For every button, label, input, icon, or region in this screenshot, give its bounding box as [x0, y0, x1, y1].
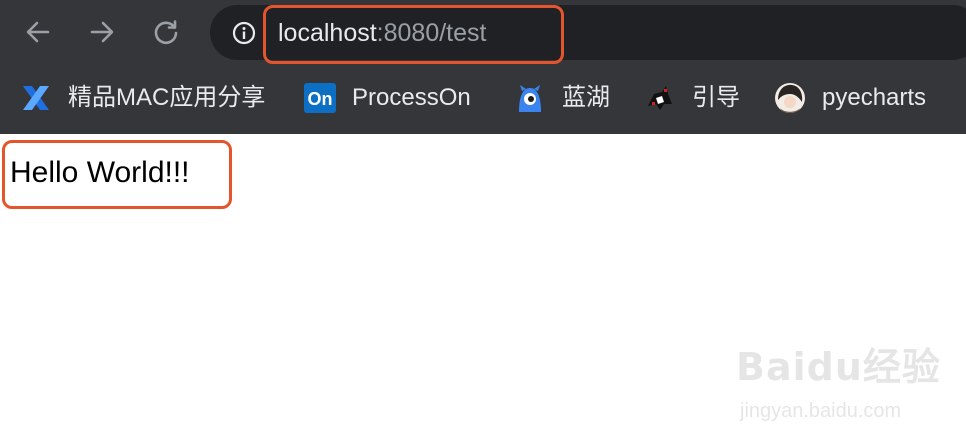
avatar-icon [774, 82, 806, 114]
watermark-logo: Baidu经验 [736, 345, 941, 389]
hello-text: Hello World!!! [10, 156, 190, 189]
reload-icon [154, 20, 178, 45]
url-host: localhost [278, 19, 377, 47]
baidu-watermark: Baidu经验 jingyan.baidu.com [736, 336, 956, 430]
bookmark-lanhu[interactable]: 蓝湖 [514, 80, 610, 116]
arrow-left-icon [26, 21, 50, 43]
back-button[interactable] [20, 14, 56, 50]
bookmark-label: 蓝湖 [562, 84, 610, 111]
bookmark-label: pyecharts [822, 84, 927, 111]
bookmark-pyecharts[interactable]: pyecharts [774, 80, 926, 116]
info-icon[interactable] [232, 21, 256, 45]
bookmark-mac-apps[interactable]: 精品MAC应用分享 [20, 80, 265, 116]
reload-button[interactable] [148, 14, 184, 50]
address-bar[interactable]: localhost:8080/test [210, 5, 966, 60]
bookmark-label: ProcessOn [352, 84, 471, 111]
watermark-url: jingyan.baidu.com [740, 400, 902, 422]
url-text[interactable]: localhost:8080/test [278, 18, 486, 48]
url-path: :8080/test [376, 19, 487, 47]
forward-button[interactable] [84, 14, 120, 50]
bookmark-guide[interactable]: 引导 [644, 80, 740, 116]
arrow-right-icon [90, 21, 114, 43]
browser-toolbar: localhost:8080/test [0, 0, 966, 66]
penguin-icon [644, 82, 676, 114]
bookmark-label: 精品MAC应用分享 [68, 84, 266, 111]
x-logo-icon [20, 82, 52, 114]
bookmark-label: 引导 [692, 84, 740, 111]
bookmark-processon[interactable]: On ProcessOn [304, 80, 471, 116]
lanhu-logo-icon [514, 82, 546, 114]
svg-text:On: On [308, 89, 333, 109]
bookmarks-bar: 精品MAC应用分享 On ProcessOn 蓝湖 引导 pyecharts [0, 66, 966, 134]
on-logo-icon: On [304, 82, 336, 114]
